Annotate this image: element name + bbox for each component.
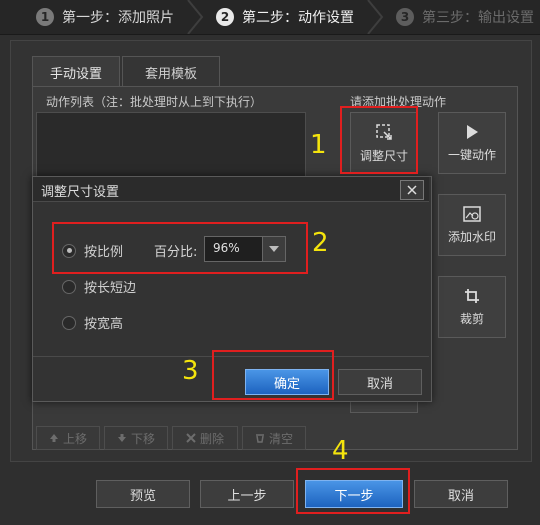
step-3: 3 第三步：输出设置: [396, 0, 534, 34]
step-3-label: 第三步：输出设置: [422, 10, 534, 26]
action-list-caption: 动作列表（注：批处理时从上到下执行）: [46, 95, 263, 109]
clear-label: 清空: [268, 431, 293, 446]
highlight-box-next: [296, 468, 410, 514]
highlight-box-resize: [340, 106, 418, 174]
action-list[interactable]: [36, 112, 306, 180]
highlight-box-ok: [212, 350, 334, 400]
step-2-number: 2: [216, 8, 234, 26]
annotation-number-1: 1: [310, 130, 327, 160]
dialog-close-button[interactable]: [400, 180, 424, 200]
step-1-label: 第一步：添加照片: [62, 10, 174, 26]
radio-by-long-short-side-label: 按长短边: [84, 281, 137, 296]
close-icon: [407, 185, 417, 195]
preview-button[interactable]: 预览: [96, 480, 190, 508]
dialog-cancel-button[interactable]: 取消: [338, 369, 422, 395]
step-1-number: 1: [36, 8, 54, 26]
clear-button[interactable]: 清空: [242, 426, 306, 450]
add-watermark-label: 添加水印: [447, 229, 496, 244]
arrow-up-icon: [49, 434, 58, 442]
tab-apply-template[interactable]: 套用模板: [122, 56, 220, 87]
crop-icon: [465, 288, 479, 303]
delete-label: 删除: [199, 431, 224, 446]
radio-by-long-short-side[interactable]: 按长短边: [62, 277, 136, 296]
previous-step-button[interactable]: 上一步: [200, 480, 294, 508]
cancel-button[interactable]: 取消: [414, 480, 508, 508]
dialog-title-bar: 调整尺寸设置: [33, 177, 429, 202]
tab-manual-settings[interactable]: 手动设置: [32, 56, 120, 87]
radio-indicator: [62, 279, 76, 294]
arrow-down-icon: [117, 434, 126, 442]
crop-button-label: 裁剪: [459, 311, 484, 326]
annotation-number-4: 4: [332, 436, 349, 466]
chevron-right-icon: [187, 0, 204, 34]
wizard-steps-bar: 1 第一步：添加照片 2 第二步：动作设置 3 第三步：输出设置: [0, 0, 540, 35]
annotation-number-2: 2: [312, 228, 329, 258]
step-3-number: 3: [396, 8, 414, 26]
delete-button[interactable]: 删除: [172, 426, 238, 450]
dialog-title: 调整尺寸设置: [41, 185, 120, 200]
watermark-icon: [463, 205, 481, 222]
highlight-box-ratio: [52, 222, 308, 274]
step-2: 2 第二步：动作设置: [216, 0, 354, 34]
move-up-label: 上移: [62, 431, 87, 446]
step-1: 1 第一步：添加照片: [36, 0, 174, 34]
move-up-button[interactable]: 上移: [36, 426, 100, 450]
annotation-number-3: 3: [182, 356, 199, 386]
move-down-label: 下移: [130, 431, 155, 446]
step-2-label: 第二步：动作设置: [242, 10, 354, 26]
play-icon: [467, 124, 478, 139]
one-click-action-label: 一键动作: [447, 147, 496, 162]
close-icon: [186, 433, 196, 443]
move-down-button[interactable]: 下移: [104, 426, 168, 450]
one-click-action-button[interactable]: 一键动作: [438, 112, 506, 174]
add-watermark-button[interactable]: 添加水印: [438, 194, 506, 256]
chevron-right-icon: [367, 0, 384, 34]
crop-button[interactable]: 裁剪: [438, 276, 506, 338]
radio-by-width-height[interactable]: 按宽高: [62, 313, 123, 332]
radio-by-width-height-label: 按宽高: [84, 317, 124, 332]
radio-indicator: [62, 315, 76, 330]
trash-icon: [255, 434, 264, 443]
